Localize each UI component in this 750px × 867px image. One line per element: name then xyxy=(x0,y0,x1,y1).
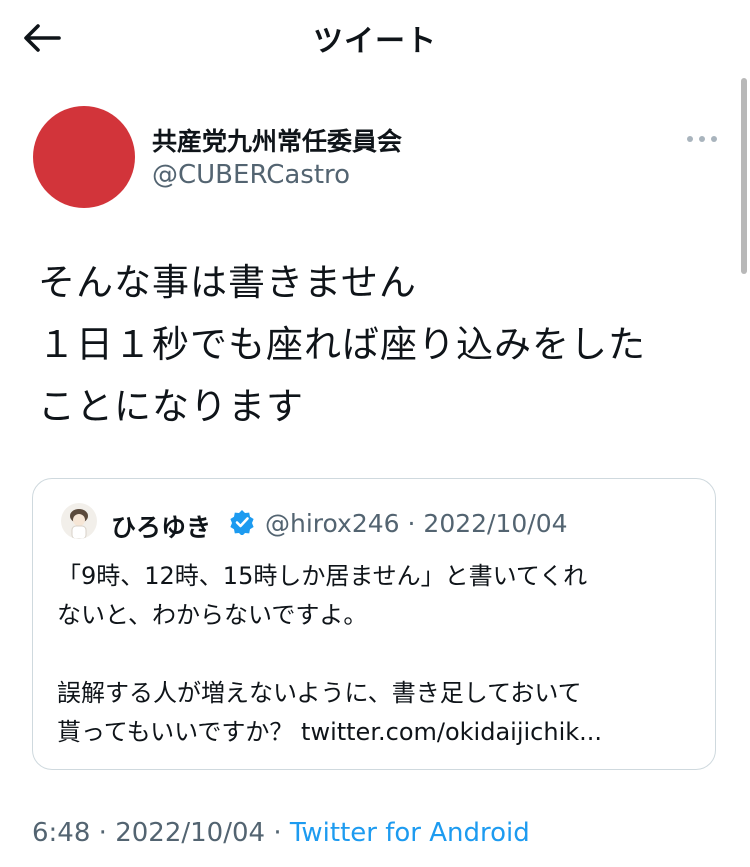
author-avatar[interactable] xyxy=(33,106,135,208)
scrollbar[interactable] xyxy=(741,78,747,274)
quoted-link[interactable]: twitter.com/okidaijichik... xyxy=(301,718,602,746)
quoted-tweet-text: 「9時、12時、15時しか居ません」と書いてくれ ないと、わからないですよ。 誤… xyxy=(57,557,707,752)
more-options-button[interactable] xyxy=(682,128,722,150)
tweet-line: ことになります xyxy=(38,385,304,428)
quoted-line: 誤解する人が増えないように、書き足しておいて xyxy=(57,679,582,707)
tweet-line: そんな事は書きません xyxy=(38,261,417,304)
quoted-line: ないと、わからないですよ。 xyxy=(57,601,368,629)
more-options-icon xyxy=(687,136,717,142)
quoted-line-blank xyxy=(57,635,707,674)
tweet-timestamp-row: 6:48 · 2022/10/04 · Twitter for Android xyxy=(32,818,530,848)
tweet-time[interactable]: 6:48 xyxy=(32,818,90,848)
quoted-author-name[interactable]: ひろゆき xyxy=(111,508,211,544)
timestamp-separator: · xyxy=(273,818,282,848)
author-display-name[interactable]: 共産党九州常任委員会 xyxy=(152,122,402,158)
page-title: ツイート xyxy=(313,24,437,59)
tweet-text: そんな事は書きません １日１秒でも座れば座り込みをした ことになります xyxy=(38,252,718,438)
tweet-date[interactable]: 2022/10/04 xyxy=(115,818,265,848)
top-bar: ツイート xyxy=(0,0,750,76)
quoted-line: 「9時、12時、15時しか居ません」と書いてくれ xyxy=(57,562,588,590)
author-handle[interactable]: @CUBERCastro xyxy=(152,160,350,190)
quoted-tweet-card[interactable]: ひろゆき @hirox246 · 2022/10/04 「9時、12時、15時し… xyxy=(32,478,716,770)
timestamp-separator: · xyxy=(98,818,107,848)
quoted-author-handle[interactable]: @hirox246 xyxy=(265,509,400,538)
quoted-line-text: 貰ってもいいですか？ xyxy=(57,718,302,746)
quoted-line: 貰ってもいいですか？ twitter.com/okidaijichik... xyxy=(57,713,707,752)
quoted-author-avatar[interactable] xyxy=(61,503,97,539)
meta-separator: · xyxy=(407,509,416,538)
tweet-source-link[interactable]: Twitter for Android xyxy=(290,818,530,848)
quoted-tweet-date[interactable]: 2022/10/04 xyxy=(423,509,567,538)
tweet-line: １日１秒でも座れば座り込みをした xyxy=(38,323,646,366)
verified-badge-icon xyxy=(230,510,254,535)
quoted-tweet-meta: @hirox246 · 2022/10/04 xyxy=(265,509,568,538)
